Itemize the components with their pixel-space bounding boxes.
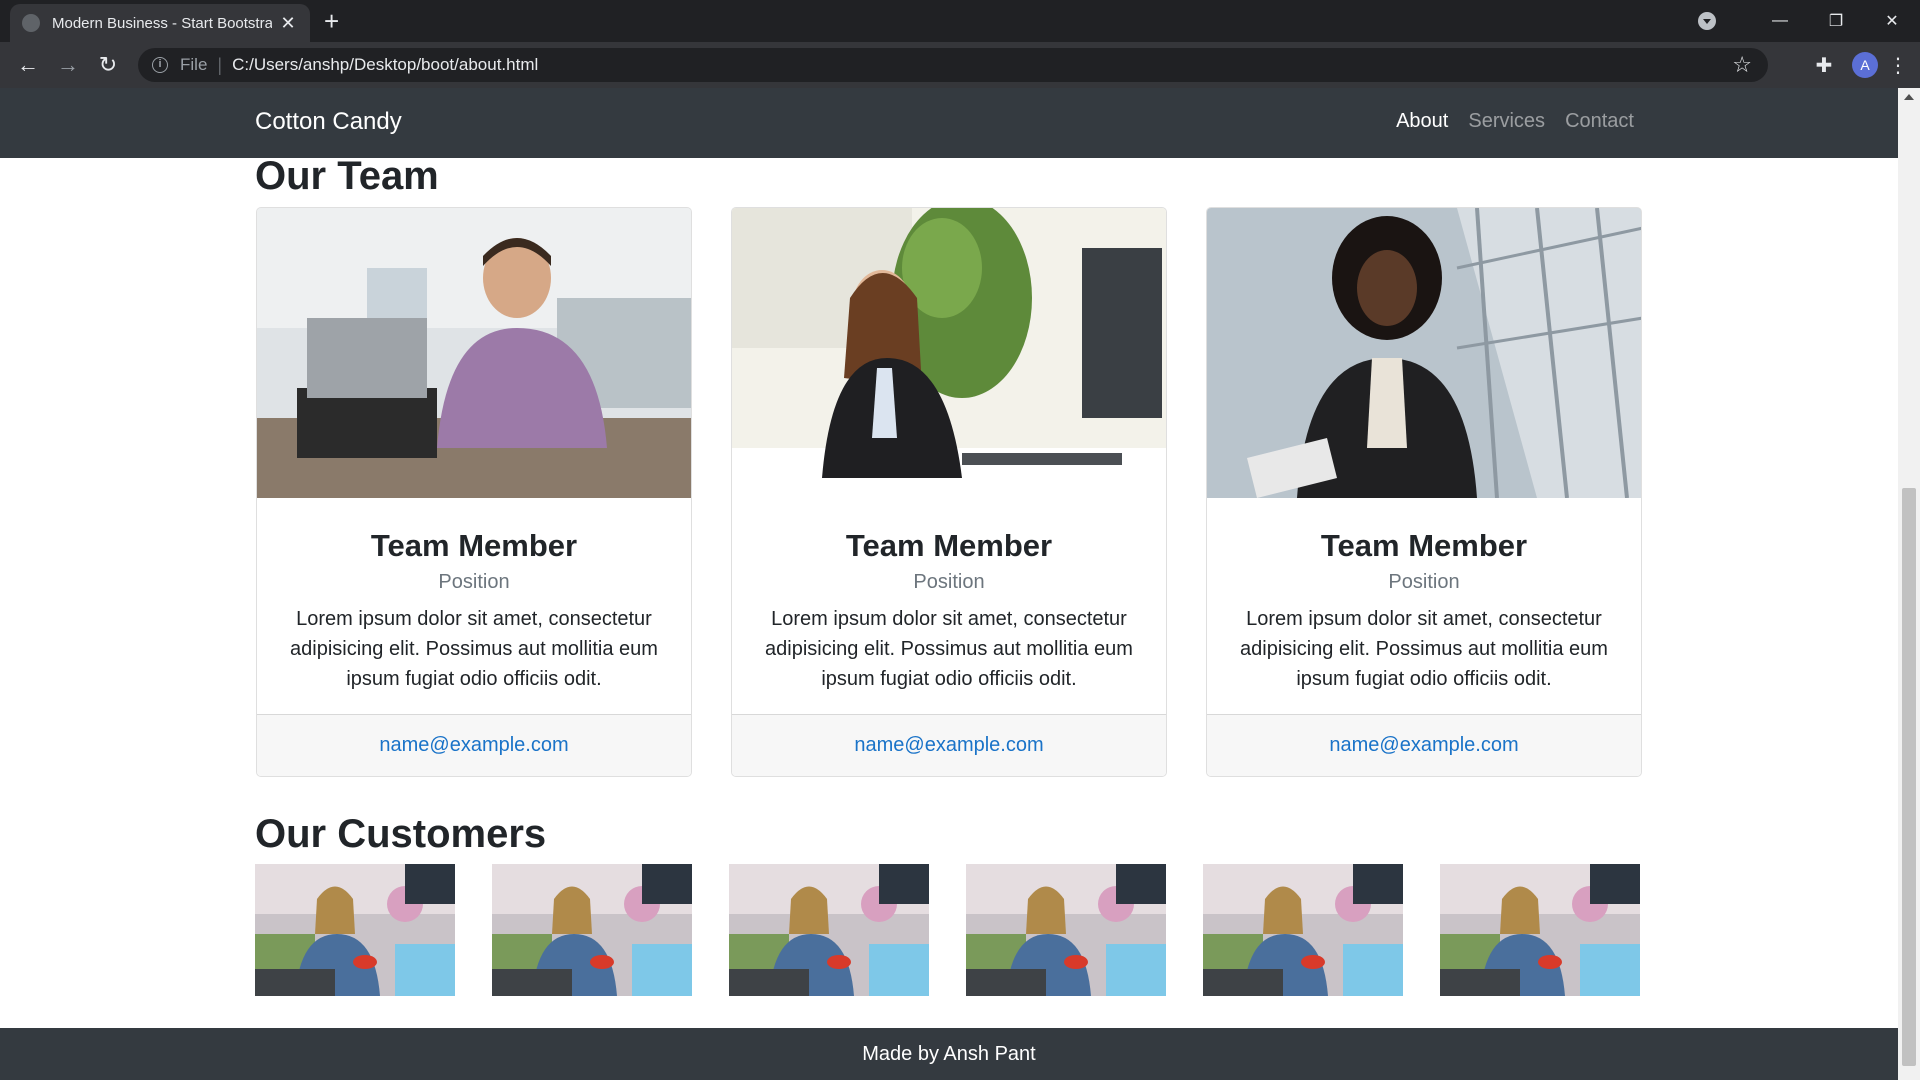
member-position: Position [1388, 571, 1460, 593]
scrollbar-thumb[interactable] [1902, 488, 1916, 1066]
member-name: Team Member [370, 528, 578, 563]
reload-button[interactable]: ↻ [88, 45, 128, 85]
browser-toolbar: ← → ↻ i File | C:/Users/anshp/Desktop/bo… [0, 42, 1920, 88]
restore-button[interactable]: ❐ [1808, 0, 1864, 42]
customer-logo [1440, 864, 1640, 996]
member-email-link[interactable]: name@example.com [379, 734, 568, 757]
customers-heading: Our Customers [255, 812, 547, 856]
site-footer: Made by Ansh Pant [0, 1028, 1898, 1080]
url-text[interactable]: C:/Users/anshp/Desktop/boot/about.html [232, 55, 538, 75]
url-scheme: File [180, 55, 208, 74]
member-name: Team Member [1320, 528, 1528, 563]
info-icon[interactable]: i [152, 57, 168, 73]
member-bio: Lorem ipsum dolor sit amet, consectetur … [290, 608, 658, 690]
tab-search-icon[interactable] [1698, 12, 1716, 30]
member-name: Team Member [845, 528, 1053, 563]
tab-title: Modern Business - Start Bootstra [52, 14, 272, 32]
browser-tabstrip: Modern Business - Start Bootstra ✕ + — ❐… [0, 0, 1920, 42]
team-card: Team Member Position Lorem ipsum dolor s… [1206, 207, 1642, 777]
page-scrollbar[interactable] [1898, 88, 1920, 1080]
browser-tab[interactable]: Modern Business - Start Bootstra ✕ [10, 4, 310, 42]
member-email-link[interactable]: name@example.com [1329, 734, 1518, 757]
customer-logo [729, 864, 929, 996]
member-bio: Lorem ipsum dolor sit amet, consectetur … [765, 608, 1133, 690]
url-separator: | [217, 54, 223, 75]
page-viewport: Cotton Candy About Services Contact Our … [0, 88, 1898, 1080]
extensions-icon[interactable]: ✚ [1806, 53, 1842, 78]
card-footer: name@example.com [1207, 714, 1641, 776]
back-button[interactable]: ← [8, 45, 48, 85]
member-position: Position [913, 571, 985, 593]
globe-icon [22, 14, 40, 32]
card-footer: name@example.com [257, 714, 691, 776]
team-card: Team Member Position Lorem ipsum dolor s… [731, 207, 1167, 777]
team-member-photo [732, 208, 1166, 498]
team-card: Team Member Position Lorem ipsum dolor s… [256, 207, 692, 777]
card-footer: name@example.com [732, 714, 1166, 776]
customer-logo [492, 864, 692, 996]
nav-link-about[interactable]: About [1396, 110, 1448, 133]
close-window-button[interactable]: ✕ [1864, 0, 1920, 42]
scroll-up-icon[interactable] [1904, 94, 1914, 100]
profile-avatar[interactable]: A [1852, 52, 1878, 78]
bookmark-star-icon[interactable]: ☆ [1732, 52, 1752, 78]
nav-link-services[interactable]: Services [1468, 110, 1545, 133]
browser-menu-icon[interactable]: ⋮ [1888, 53, 1908, 78]
new-tab-button[interactable]: + [324, 8, 339, 34]
team-member-photo [257, 208, 691, 498]
member-bio: Lorem ipsum dolor sit amet, consectetur … [1240, 608, 1608, 690]
footer-text: Made by Ansh Pant [862, 1042, 1036, 1065]
customer-logo [1203, 864, 1403, 996]
address-bar[interactable]: i File | C:/Users/anshp/Desktop/boot/abo… [138, 48, 1768, 82]
forward-button[interactable]: → [48, 45, 88, 85]
site-brand[interactable]: Cotton Candy [255, 108, 402, 136]
team-heading: Our Team [255, 154, 439, 198]
customer-logo [966, 864, 1166, 996]
team-member-photo [1207, 208, 1641, 498]
site-nav-links: About Services Contact [1396, 110, 1634, 133]
customer-logo [255, 864, 455, 996]
site-navbar: Cotton Candy About Services Contact [0, 88, 1898, 158]
member-position: Position [438, 571, 510, 593]
close-tab-icon[interactable]: ✕ [278, 13, 298, 34]
nav-link-contact[interactable]: Contact [1565, 110, 1634, 133]
member-email-link[interactable]: name@example.com [854, 734, 1043, 757]
minimize-button[interactable]: — [1752, 0, 1808, 42]
